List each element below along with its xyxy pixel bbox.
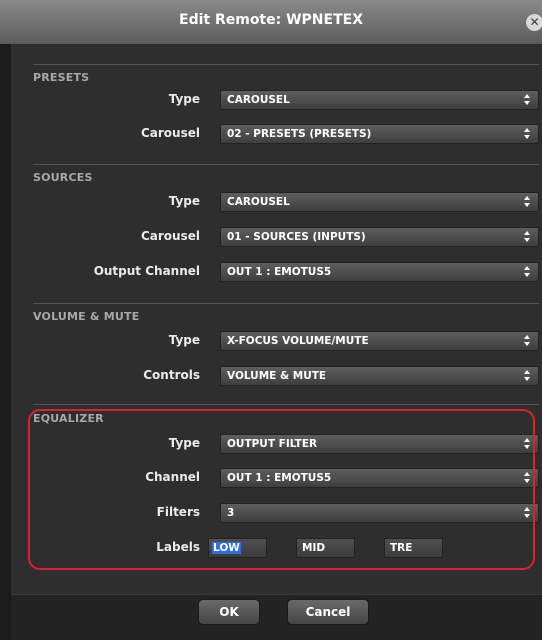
left-edge <box>0 44 11 639</box>
volume-controls-select[interactable]: VOLUME & MUTE <box>220 366 539 386</box>
sources-carousel-label: Carousel <box>140 229 200 243</box>
select-arrows-icon <box>524 266 531 278</box>
title-bar[interactable]: Edit Remote: WPNETEX ✕ <box>0 0 542 45</box>
ok-button[interactable]: OK <box>198 599 260 625</box>
sources-output-select[interactable]: OUT 1 : EMOTUS5 <box>220 262 539 282</box>
close-icon[interactable]: ✕ <box>526 14 542 31</box>
presets-type-select[interactable]: CAROUSEL <box>220 90 539 110</box>
section-title-presets: PRESETS <box>33 71 90 84</box>
equalizer-highlight-outline <box>28 409 535 570</box>
presets-type-label: Type <box>168 92 200 106</box>
presets-type-value: CAROUSEL <box>227 94 290 106</box>
dialog-footer: OK Cancel <box>11 594 542 640</box>
section-title-sources: SOURCES <box>33 171 93 184</box>
volume-type-value: X-FOCUS VOLUME/MUTE <box>227 335 369 347</box>
sources-type-select[interactable]: CAROUSEL <box>220 192 539 212</box>
presets-carousel-label: Carousel <box>140 126 200 140</box>
dialog-title: Edit Remote: WPNETEX <box>179 12 363 28</box>
volume-controls-value: VOLUME & MUTE <box>227 370 327 382</box>
section-title-volume: VOLUME & MUTE <box>33 310 140 323</box>
sources-type-value: CAROUSEL <box>227 196 290 208</box>
section-divider <box>33 404 539 405</box>
sources-carousel-value: 01 - SOURCES (INPUTS) <box>227 231 366 243</box>
sources-output-label: Output Channel <box>93 264 200 278</box>
select-arrows-icon <box>524 370 531 382</box>
edit-remote-dialog: Edit Remote: WPNETEX ✕ PRESETS Type CARO… <box>0 0 542 640</box>
select-arrows-icon <box>524 335 531 347</box>
presets-carousel-value: 02 - PRESETS (PRESETS) <box>227 128 372 140</box>
presets-carousel-select[interactable]: 02 - PRESETS (PRESETS) <box>220 124 539 144</box>
sources-output-value: OUT 1 : EMOTUS5 <box>227 266 332 278</box>
select-arrows-icon <box>524 94 531 106</box>
select-arrows-icon <box>524 128 531 140</box>
section-divider <box>33 164 539 165</box>
sources-type-label: Type <box>168 194 200 208</box>
section-divider <box>33 64 539 65</box>
select-arrows-icon <box>524 196 531 208</box>
volume-type-select[interactable]: X-FOCUS VOLUME/MUTE <box>220 331 539 351</box>
cancel-button[interactable]: Cancel <box>287 599 369 625</box>
sources-carousel-select[interactable]: 01 - SOURCES (INPUTS) <box>220 227 539 247</box>
section-divider <box>33 303 539 304</box>
volume-controls-label: Controls <box>143 368 200 382</box>
volume-type-label: Type <box>168 333 200 347</box>
select-arrows-icon <box>524 231 531 243</box>
